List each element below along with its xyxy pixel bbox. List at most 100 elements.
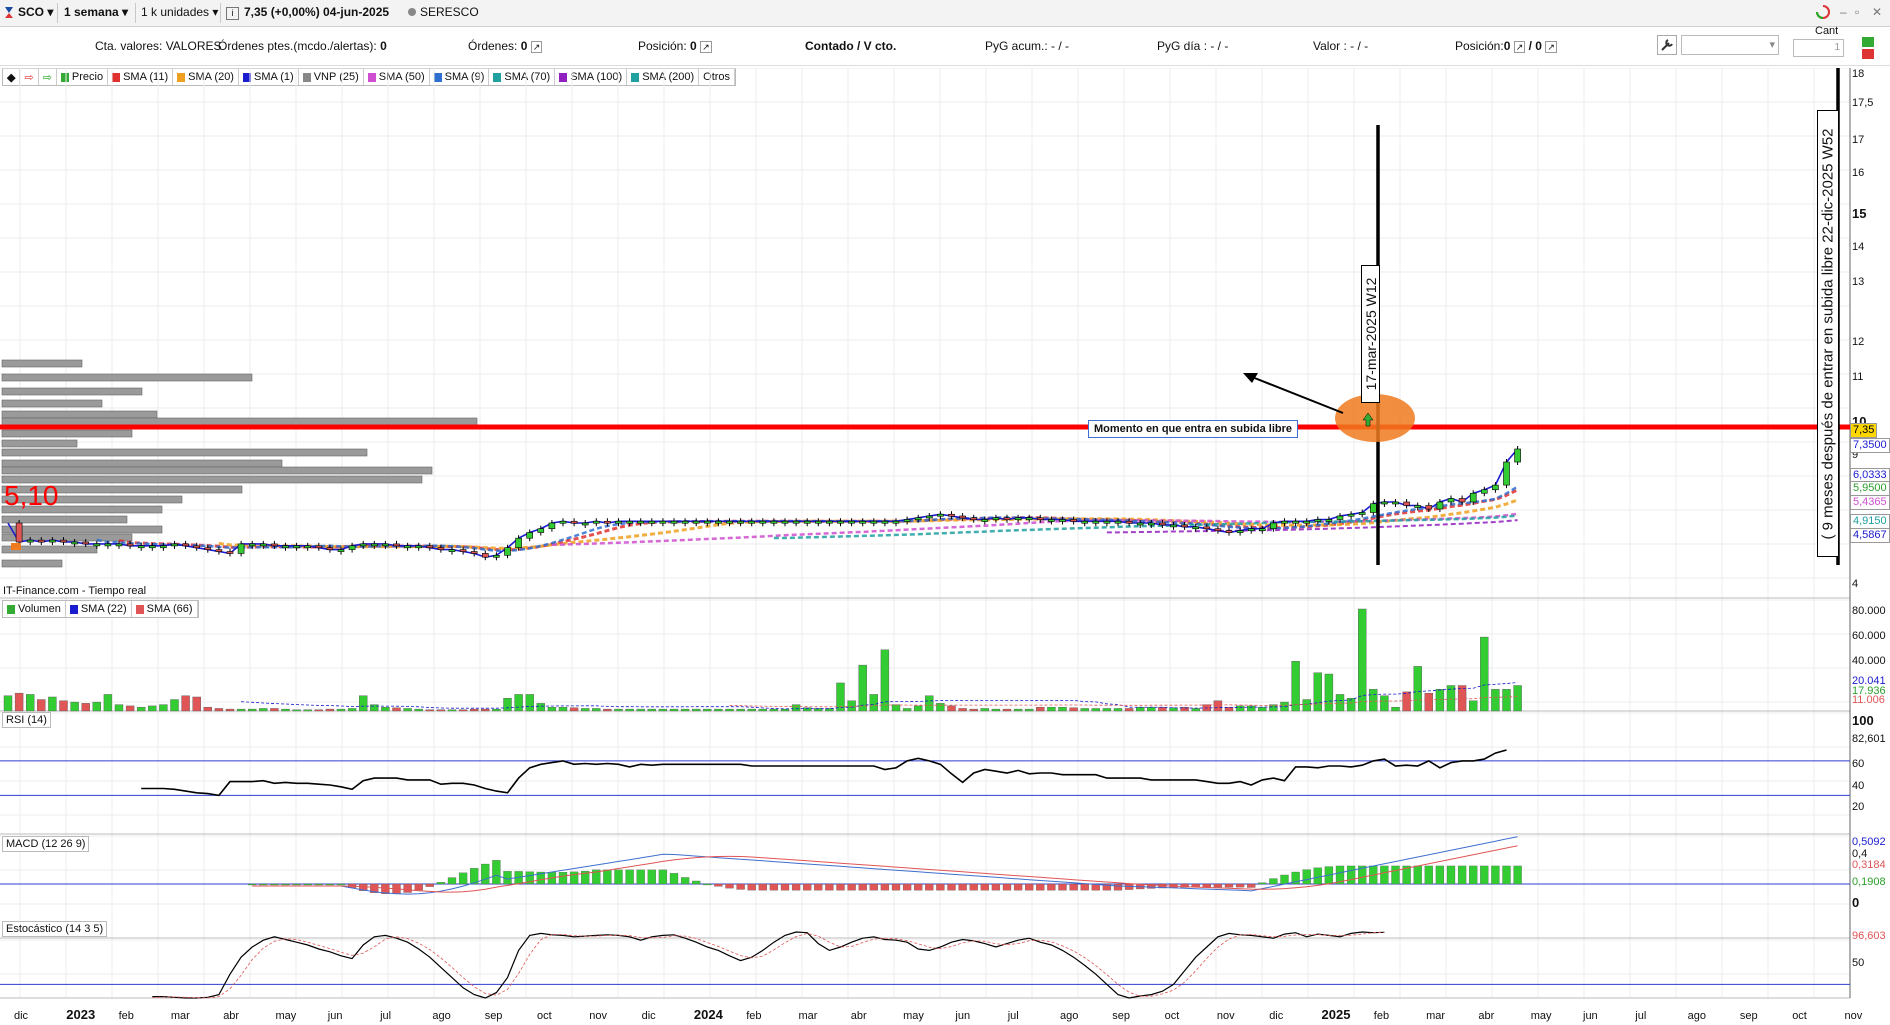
volume-indicator-1[interactable]: SMA (22): [66, 601, 132, 617]
price-axis-label: 15: [1852, 206, 1867, 221]
x-axis-label: ago: [1060, 1010, 1078, 1022]
candle: [1181, 524, 1188, 528]
volume-bar: [614, 708, 623, 712]
candle: [393, 543, 400, 547]
candle: [726, 520, 733, 524]
price-tag: 7,35: [1850, 423, 1878, 438]
macd-histogram-bar: [447, 877, 457, 885]
candle: [37, 539, 45, 543]
volume-bar: [869, 694, 878, 712]
macd-histogram-bar: [1113, 883, 1123, 891]
buy-icon[interactable]: [1862, 37, 1874, 47]
candle: [470, 551, 478, 554]
volume-profile-bar: [1, 410, 158, 419]
volume-bar: [136, 706, 146, 712]
macd-histogram-bar: [858, 883, 867, 891]
volume-axis-label: 60.000: [1852, 630, 1886, 642]
account-dropdown[interactable]: ▾: [1681, 35, 1779, 55]
candle: [1048, 519, 1055, 522]
candle: [1081, 520, 1088, 524]
chart-area[interactable]: dic 2023 feb mar abr may jun jul ago sep oct nov dic…: [0, 68, 1890, 1025]
rsi-label[interactable]: RSI (14): [2, 712, 51, 728]
position2-label: Posición:0 ↗ / 0 ↗: [1455, 39, 1557, 53]
quantity-input[interactable]: 1: [1793, 39, 1844, 57]
volume-bar: [392, 707, 401, 712]
candle: [182, 543, 189, 547]
x-axis-label: may: [903, 1010, 924, 1022]
volume-bar: [247, 708, 257, 712]
volume-bar: [1491, 689, 1500, 712]
stochastic-label[interactable]: Estocástico (14 3 5): [2, 921, 108, 937]
period-selector[interactable]: 1 semana ▾: [64, 4, 128, 21]
candle: [415, 545, 423, 549]
refresh-icon[interactable]: [1815, 4, 1831, 21]
macd-histogram-bar: [669, 873, 679, 885]
link-icon[interactable]: ↗: [1545, 41, 1557, 53]
macd-histogram-bar: [558, 872, 568, 885]
symbol-selector[interactable]: SCO ▾: [18, 4, 53, 21]
restore-icon[interactable]: ▫: [1855, 4, 1859, 21]
units-selector[interactable]: 1 k unidades ▾: [141, 4, 218, 21]
candle: [870, 520, 878, 524]
wrench-icon[interactable]: [1657, 35, 1677, 55]
volume-bar: [325, 708, 335, 712]
volume-profile-bar: [1, 525, 163, 534]
pyg-acum-label: PyG acum.: - / -: [985, 39, 1070, 53]
macd-histogram-bar: [914, 883, 923, 891]
volume-bar: [1246, 705, 1256, 712]
pending-label-text: Órdenes ptes.(mcdo./alertas):: [218, 39, 377, 53]
candle: [859, 520, 867, 524]
candle: [1292, 520, 1299, 524]
candle: [1037, 517, 1044, 521]
volume-profile-bar: [1, 439, 78, 448]
macd-histogram-bar: [1058, 883, 1067, 891]
macd-histogram-bar: [902, 883, 912, 891]
indicator-swatch: [135, 604, 144, 614]
macd-histogram-bar: [736, 883, 745, 890]
close-icon[interactable]: ✕: [1872, 4, 1882, 21]
macd-histogram-bar: [1413, 865, 1422, 885]
volume-axis-label: 80.000: [1852, 605, 1886, 617]
volume-bar: [303, 709, 312, 712]
x-axis-label: dic: [642, 1010, 657, 1022]
candle: [770, 520, 778, 524]
macd-histogram-bar: [1224, 883, 1234, 888]
volume-bar: [436, 709, 446, 712]
candle: [459, 549, 467, 552]
watermark: IT-Finance.com - Tiempo real: [3, 585, 147, 597]
macd-histogram-bar: [1069, 883, 1078, 891]
volume-bar: [1047, 706, 1056, 712]
link-icon[interactable]: ↗: [530, 41, 543, 53]
volume-bar: [148, 705, 157, 712]
annotation-box[interactable]: Momento en que entra en subida libre: [1088, 420, 1299, 438]
macd-histogram-bar: [1269, 878, 1278, 885]
volume-bar: [3, 695, 13, 712]
volume-bar: [503, 698, 512, 712]
macd-histogram-bar: [270, 883, 279, 886]
volume-indicator-0[interactable]: Volumen: [3, 601, 66, 617]
app-logo-icon[interactable]: [2, 4, 16, 21]
sell-icon[interactable]: [1862, 49, 1874, 59]
link-icon[interactable]: ↗: [700, 41, 712, 53]
macd-histogram-bar: [714, 883, 723, 887]
macd-histogram-bar: [880, 883, 890, 891]
candle: [1447, 498, 1455, 503]
macd-label[interactable]: MACD (12 26 9): [2, 836, 90, 852]
candle: [382, 543, 389, 547]
volume-indicator-2[interactable]: SMA (66): [132, 601, 198, 617]
candle: [526, 532, 534, 539]
volume-bar: [14, 692, 24, 712]
x-axis-label: may: [1531, 1010, 1552, 1022]
macd-histogram-bar: [603, 869, 612, 885]
info-icon[interactable]: i: [226, 4, 239, 21]
volume-bar: [658, 708, 668, 712]
vline-label-box: 17-mar-2025 W12: [1361, 265, 1380, 403]
minimize-icon[interactable]: –: [1840, 4, 1847, 21]
x-axis-label: 2024: [694, 1007, 724, 1022]
link-icon[interactable]: ↗: [1513, 41, 1526, 53]
x-axis-label: abr: [1478, 1010, 1494, 1022]
volume-bar: [59, 700, 68, 712]
macd-histogram-bar: [481, 863, 490, 885]
volume-bar: [1357, 608, 1367, 712]
symbol-text: SCO: [18, 5, 45, 19]
